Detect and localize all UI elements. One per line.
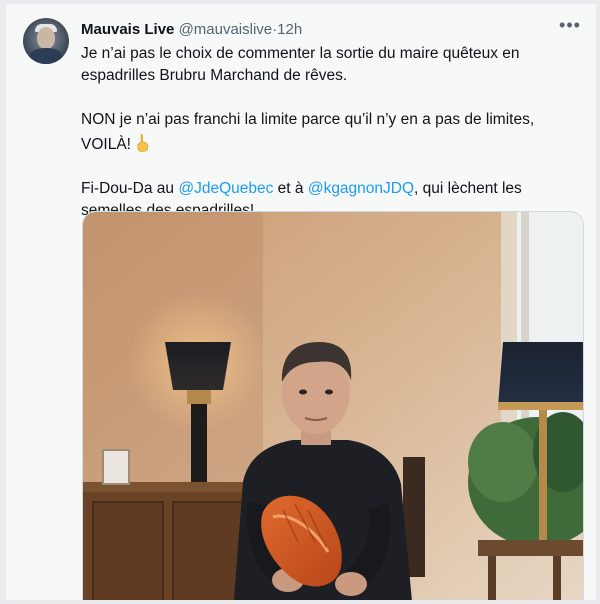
photo-lamp-shade-left: [165, 342, 231, 390]
photo-side-table-leg: [488, 556, 496, 600]
tweet-paragraph-3-middle: et à: [273, 180, 308, 197]
photo-person-eye-left: [299, 389, 307, 395]
photo-person-eye-right: [325, 389, 333, 395]
photo-scene: [83, 212, 583, 600]
avatar[interactable]: [23, 18, 69, 64]
display-name[interactable]: Mauvais Live: [81, 21, 174, 38]
photo-cabinet-door-2: [172, 501, 244, 600]
pointing-finger-emoji-icon: [137, 134, 149, 152]
tweet-paragraph-2: NON je n’ai pas franchi la limite parce …: [81, 109, 581, 156]
photo-side-table: [478, 540, 583, 556]
photo-lamp-base-left: [191, 402, 207, 482]
photo-side-table-leg-2: [553, 556, 561, 600]
avatar-face: [37, 27, 55, 49]
photo-lamp-neck-left: [187, 390, 211, 404]
photo-picture-frame: [102, 449, 130, 485]
avatar-body: [29, 48, 63, 64]
tweet-timestamp[interactable]: 12h: [277, 21, 302, 38]
tweet-paragraph-3-prefix: Fi-Dou-Da au: [81, 180, 179, 197]
photo-person-hand-right: [335, 572, 367, 596]
more-options-button[interactable]: •••: [558, 16, 582, 40]
photo-plant-leaves: [468, 422, 538, 502]
photo-cabinet-door: [92, 501, 164, 600]
mention-kgagnonjdq-link[interactable]: @kgagnonJDQ: [308, 180, 414, 197]
tweet-text: Je n’ai pas le choix de commenter la sor…: [81, 43, 581, 222]
tweet-paragraph-1: Je n’ai pas le choix de commenter la sor…: [81, 45, 520, 84]
photo-lamp-rim-right: [498, 402, 583, 410]
photo-lamp-shade-right: [498, 342, 583, 407]
tweet-photo[interactable]: [82, 211, 584, 600]
tweet-header: Mauvais Live @mauvaislive·12h: [81, 20, 302, 40]
mention-jdequebec-link[interactable]: @JdeQuebec: [178, 180, 273, 197]
user-handle[interactable]: @mauvaislive: [179, 21, 273, 38]
tweet-card[interactable]: Mauvais Live @mauvaislive·12h ••• Je n’a…: [6, 4, 596, 600]
photo-lamp-pole-right: [539, 410, 547, 540]
